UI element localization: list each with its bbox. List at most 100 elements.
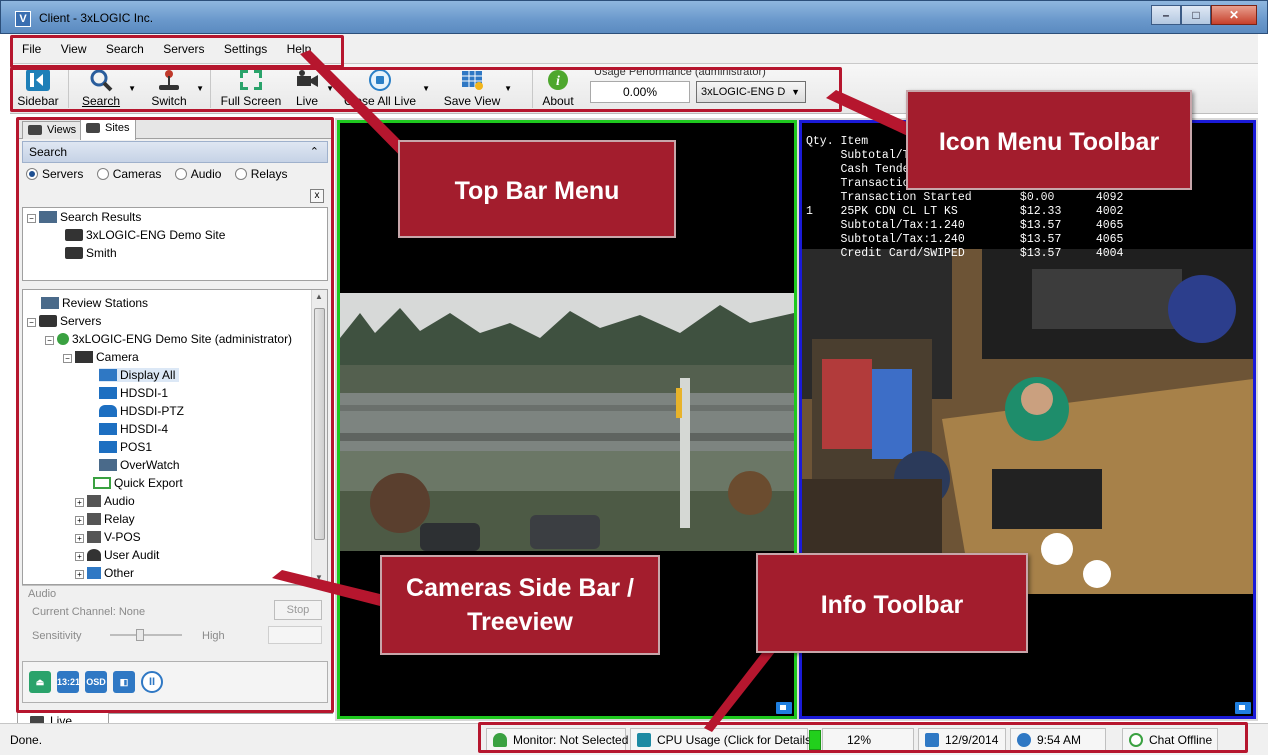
live-button[interactable]: Live ▼ [290,66,334,112]
servers-label: Servers [60,314,102,328]
expand-toggle[interactable]: + [75,552,84,561]
chevron-down-icon[interactable]: ▼ [504,84,512,93]
save-view-button[interactable]: Save View ▼ [442,66,512,112]
expand-toggle[interactable]: + [75,498,84,507]
collapse-toggle[interactable]: − [63,354,72,363]
cpu-pulse-icon [637,733,651,747]
export-icon [93,477,111,489]
audio-level-box [268,626,322,644]
cpu-usage-label: CPU Usage (Click for Details) : [657,733,822,747]
tree-camera-item[interactable]: POS1 [99,440,152,454]
cpu-usage-panel[interactable]: CPU Usage (Click for Details) : [630,728,822,752]
chevron-down-icon[interactable]: ▼ [196,84,204,93]
osd-button[interactable]: OSD [85,671,107,693]
server-select[interactable]: 3xLOGIC-ENG D ▼ [696,81,806,103]
scroll-up-icon[interactable]: ▲ [315,292,323,301]
site-label: 3xLOGIC-ENG Demo Site (administrator) [72,332,293,346]
cameras-sidebar: Views Sites Search ⌃ Servers Cameras Aud… [17,118,333,714]
audio-stop-button[interactable]: Stop [274,600,322,620]
menu-search[interactable]: Search [98,34,152,64]
scroll-down-icon[interactable]: ▼ [315,573,323,582]
tree-user-audit[interactable]: + User Audit [75,548,159,562]
tree-camera-item[interactable]: OverWatch [99,458,180,472]
collapse-icon[interactable]: ⌃ [310,142,319,162]
display-all-icon [99,369,117,381]
tree-relay[interactable]: + Relay [75,512,135,526]
menu-servers[interactable]: Servers [155,34,212,64]
tree-camera-item[interactable]: HDSDI-PTZ [99,404,184,418]
close-button[interactable]: ✕ [1211,5,1257,25]
collapse-toggle[interactable]: − [45,336,54,345]
expand-toggle[interactable]: + [75,516,84,525]
slider-knob[interactable] [136,629,144,641]
about-label: About [542,94,574,108]
expand-toggle[interactable]: + [75,570,84,579]
monitor-status[interactable]: Monitor: Not Selected [486,728,628,752]
calendar-icon [925,733,939,747]
radio-relays-dot [234,168,247,180]
result-item[interactable]: 3xLOGIC-ENG Demo Site [65,228,225,242]
tree-camera-item[interactable]: HDSDI-1 [99,386,168,400]
tree-vpos[interactable]: + V-POS [75,530,141,544]
menu-file[interactable]: File [14,34,49,64]
user-icon [493,733,507,747]
close-all-live-button[interactable]: Close All Live ▼ [340,66,430,112]
tree-other[interactable]: + Other [75,566,134,580]
review-stations-label: Review Stations [62,296,149,310]
radio-cameras[interactable]: Cameras [96,167,161,181]
search-results-node[interactable]: − Search Results [27,210,141,224]
tree-camera[interactable]: − Camera [63,350,139,364]
scrollbar-thumb[interactable] [314,308,325,540]
about-button[interactable]: i About [538,66,578,112]
switch-button[interactable]: Switch ▼ [144,66,204,112]
info-icon: i [548,70,568,90]
tree-scrollbar[interactable]: ▲ ▼ [311,290,327,584]
ptz-icon[interactable]: ◧ [113,671,135,693]
menu-settings[interactable]: Settings [216,34,275,64]
search-button[interactable]: Search ▼ [76,66,136,112]
clear-search-button[interactable]: x [310,189,324,203]
minimize-button[interactable]: – [1151,5,1181,25]
tree-review-stations[interactable]: Review Stations [41,296,148,310]
maximize-button[interactable]: □ [1181,5,1211,25]
chevron-down-icon[interactable]: ▼ [326,84,334,93]
tree-audio[interactable]: + Audio [75,494,135,508]
sidebar-tabs: Views Sites [18,119,332,140]
eject-icon[interactable]: ⏏ [29,671,51,693]
radio-relays[interactable]: Relays [234,167,287,181]
search-icon [90,69,113,92]
pause-icon[interactable]: II [141,671,163,693]
chat-status-panel[interactable]: Chat Offline [1122,728,1218,752]
chevron-down-icon[interactable]: ▼ [422,84,430,93]
window-titlebar: V Client - 3xLOGIC Inc. – □ ✕ [0,0,1268,34]
radio-servers[interactable]: Servers [26,167,83,181]
sensitivity-slider[interactable] [110,629,182,641]
search-panel-header[interactable]: Search ⌃ [22,141,328,163]
chevron-down-icon[interactable]: ▼ [128,84,136,93]
window-controls: – □ ✕ [1151,5,1257,25]
expand-toggle[interactable]: + [75,534,84,543]
pos-line: Transaction Started $0.00 4092 [806,191,1124,204]
tab-sites[interactable]: Sites [80,119,137,140]
result-item[interactable]: Smith [65,246,117,260]
collapse-toggle[interactable]: − [27,318,36,327]
timestamp-button[interactable]: 13:21 [57,671,80,693]
cpu-percent-value: 12% [847,733,872,747]
callout-cameras-sidebar: Cameras Side Bar / Treeview [380,555,660,655]
tree-site[interactable]: − 3xLOGIC-ENG Demo Site (administrator) [45,332,292,346]
sensitivity-high-label: High [202,630,225,642]
menu-view[interactable]: View [53,34,95,64]
tree-quick-export[interactable]: Quick Export [93,476,183,490]
sidebar-button[interactable]: Sidebar [14,66,62,112]
vpos-node-label: V-POS [104,530,141,544]
radio-audio[interactable]: Audio [174,167,221,181]
tab-views[interactable]: Views [22,121,84,139]
relay-node-label: Relay [104,512,135,526]
menu-help[interactable]: Help [279,34,320,64]
tree-camera-item[interactable]: HDSDI-4 [99,422,168,436]
collapse-toggle[interactable]: − [27,214,36,223]
tree-display-all[interactable]: Display All [99,368,180,382]
fullscreen-button[interactable]: Full Screen [218,66,284,112]
save-view-label: Save View [443,94,501,108]
tree-servers[interactable]: − Servers [27,314,101,328]
